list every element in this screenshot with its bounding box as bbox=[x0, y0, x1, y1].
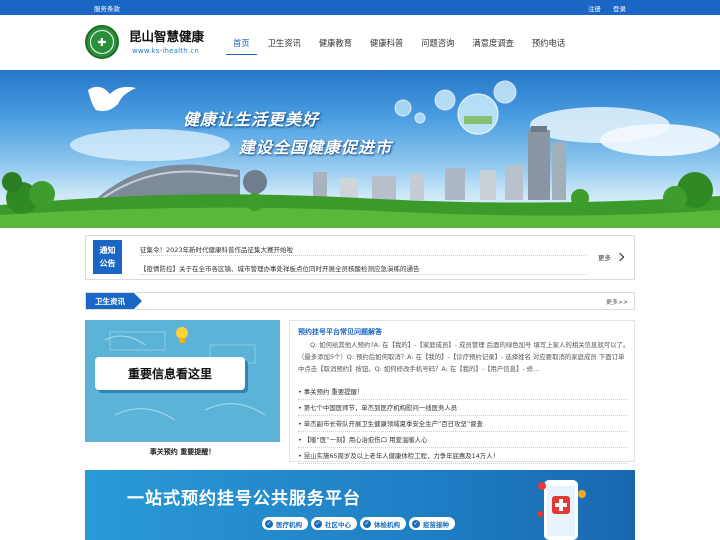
auth-links: 注册 登录 bbox=[588, 3, 626, 13]
tag-checkup-institutions[interactable]: ✓ 体检机构 bbox=[360, 517, 406, 530]
chevron-right-icon bbox=[615, 252, 625, 262]
platform-tags: ✓ 医疗机构 ✓ 社区中心 ✓ 体检机构 ✓ 疫苗接种 bbox=[262, 517, 455, 530]
bullet-icon: • bbox=[298, 451, 302, 460]
login-link[interactable]: 登录 bbox=[613, 3, 626, 13]
site-header: ✚ 昆山智慧健康 www.ks-ihealth.cn 首页 卫生资讯 健康教育 … bbox=[0, 15, 720, 70]
tag-label: 社区中心 bbox=[325, 520, 351, 529]
hero-banner: 健康让生活更美好 建设全国健康促进市 bbox=[0, 70, 720, 228]
bullet-icon: • bbox=[298, 403, 302, 412]
news-item-text: 事关预约 重要提醒！ bbox=[303, 388, 364, 396]
health-news-section-header: 卫生资讯 更多>> bbox=[85, 292, 635, 310]
list-item[interactable]: • 第七个中国医师节，单杰到医疗机构慰问一线医务人员 bbox=[298, 400, 628, 416]
banner-slogan-line1: 健康让生活更美好 bbox=[183, 110, 320, 129]
notice-more-button[interactable]: 更多 bbox=[598, 252, 625, 262]
appointment-platform-banner[interactable]: 一站式预约挂号公共服务平台 ✓ 医疗机构 ✓ 社区中心 ✓ 体检机构 ✓ 疫苗接种 bbox=[85, 470, 635, 540]
list-item[interactable]: • 事关预约 重要提醒！ bbox=[298, 384, 628, 400]
site-logo-icon[interactable]: ✚ bbox=[85, 25, 119, 59]
tag-community-center[interactable]: ✓ 社区中心 bbox=[311, 517, 357, 530]
section-title[interactable]: 卫生资讯 bbox=[86, 293, 142, 309]
board-text: 重要信息看这里 bbox=[95, 357, 245, 390]
register-link[interactable]: 注册 bbox=[588, 3, 601, 13]
nav-item-satisfaction-survey[interactable]: 满意度调查 bbox=[463, 15, 523, 70]
site-title[interactable]: 昆山智慧健康 bbox=[129, 26, 204, 45]
check-icon: ✓ bbox=[412, 519, 420, 528]
smartphone-icon bbox=[538, 480, 586, 540]
nav-item-home[interactable]: 首页 bbox=[224, 15, 259, 70]
banner-slogan-line2: 建设全国健康促进市 bbox=[239, 138, 393, 157]
list-item[interactable]: • 昆山实施65周岁及以上老年人健康体检工程，力争年底惠及14万人！ bbox=[298, 448, 628, 464]
news-item-text: 昆山实施65周岁及以上老年人健康体检工程，力争年底惠及14万人！ bbox=[303, 452, 499, 460]
tag-label: 医疗机构 bbox=[276, 520, 302, 529]
list-item[interactable]: • 单杰副市长带队开展卫生健康领域夏季安全生产“百日攻坚”督查 bbox=[298, 416, 628, 432]
notice-board: 通知 公告 征集令！2023年新时代健康科普作品征集大赛开始啦 【疫情防控】关于… bbox=[85, 235, 635, 280]
featured-image-caption[interactable]: 事关预约 重要提醒！ bbox=[85, 447, 280, 457]
notice-item[interactable]: 【疫情防控】关于在全市各区镇、城市管理办事处祥板点位同时开展全员核酸检测应急演练… bbox=[140, 263, 420, 273]
nav-item-health-science[interactable]: 健康科普 bbox=[361, 15, 412, 70]
tag-label: 疫苗接种 bbox=[423, 520, 449, 529]
notice-more-label: 更多 bbox=[598, 254, 611, 262]
tag-label: 体检机构 bbox=[374, 520, 400, 529]
check-icon: ✓ bbox=[314, 519, 322, 528]
bullet-icon: • bbox=[298, 419, 302, 428]
news-panel: 预约挂号平台常见问题解答 Q: 如何给其他人预约?A: 在【我的】-【家庭成员】… bbox=[289, 320, 635, 464]
news-list: • 事关预约 重要提醒！ • 第七个中国医师节，单杰到医疗机构慰问一线医务人员 • 单… bbox=[298, 384, 628, 464]
notice-tag-line2: 公告 bbox=[99, 259, 116, 268]
notice-tag-line1: 通知 bbox=[99, 246, 116, 255]
section-more-link[interactable]: 更多>> bbox=[606, 297, 628, 306]
tag-medical-institutions[interactable]: ✓ 医疗机构 bbox=[262, 517, 308, 530]
check-icon: ✓ bbox=[265, 519, 273, 528]
tag-vaccination[interactable]: ✓ 疫苗接种 bbox=[409, 517, 455, 530]
bullet-icon: • bbox=[298, 435, 302, 444]
nav-item-appointment-phone[interactable]: 预约电话 bbox=[523, 15, 574, 70]
notice-item[interactable]: 征集令！2023年新时代健康科普作品征集大赛开始啦 bbox=[140, 244, 293, 254]
notice-divider bbox=[140, 255, 586, 256]
news-item-text: 【暖“医”一刻】用心治愈伤口 用爱温暖人心 bbox=[303, 436, 428, 444]
notice-tag: 通知 公告 bbox=[93, 240, 122, 274]
check-icon: ✓ bbox=[363, 519, 371, 528]
top-utility-bar: 服务条款 注册 登录 bbox=[0, 0, 720, 15]
featured-image-card[interactable]: 重要信息看这里 bbox=[85, 320, 280, 442]
news-summary: Q: 如何给其他人预约?A: 在【我的】-【家庭成员】- 成员管理 后面的绿色加… bbox=[298, 341, 630, 373]
service-terms-link[interactable]: 服务条款 bbox=[94, 3, 120, 13]
nav-item-health-news[interactable]: 卫生资讯 bbox=[259, 15, 310, 70]
nav-item-health-education[interactable]: 健康教育 bbox=[310, 15, 361, 70]
news-item-text: 第七个中国医师节，单杰到医疗机构慰问一线医务人员 bbox=[303, 404, 458, 412]
notice-divider bbox=[140, 274, 586, 275]
news-headline[interactable]: 预约挂号平台常见问题解答 bbox=[298, 327, 382, 337]
list-item[interactable]: • 【暖“医”一刻】用心治愈伤口 用爱温暖人心 bbox=[298, 432, 628, 448]
site-url: www.ks-ihealth.cn bbox=[132, 47, 199, 55]
bullet-icon: • bbox=[298, 387, 302, 396]
logo-emblem: ✚ bbox=[90, 30, 114, 54]
news-item-text: 单杰副市长带队开展卫生健康领域夏季安全生产“百日攻坚”督查 bbox=[303, 420, 483, 428]
nav-item-consultation[interactable]: 问题咨询 bbox=[412, 15, 463, 70]
platform-title: 一站式预约挂号公共服务平台 bbox=[127, 489, 361, 509]
main-nav: 首页 卫生资讯 健康教育 健康科普 问题咨询 满意度调查 预约电话 bbox=[224, 15, 574, 70]
